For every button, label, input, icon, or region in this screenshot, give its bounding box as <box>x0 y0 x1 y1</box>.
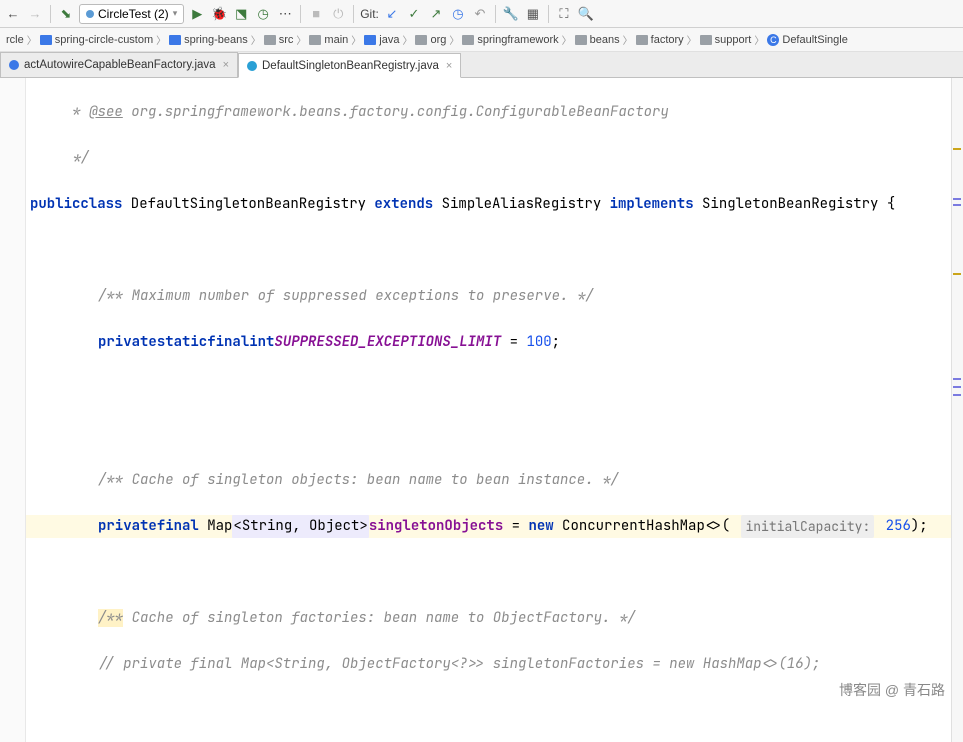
separator <box>495 5 496 23</box>
folder-icon <box>700 35 712 45</box>
editor-tab[interactable]: actAutowireCapableBeanFactory.java × <box>0 52 238 77</box>
breadcrumb-item[interactable]: support <box>696 34 756 46</box>
expand-icon[interactable]: ⛶ <box>555 5 573 23</box>
separator <box>353 5 354 23</box>
folder-icon <box>575 35 587 45</box>
chevron-down-icon: ▾ <box>173 8 178 19</box>
stop-icon[interactable]: ■ <box>307 5 325 23</box>
watermark-text: 博客园 @ 青石路 <box>839 680 945 700</box>
breadcrumb-item[interactable]: CDefaultSingle <box>763 34 851 46</box>
project-structure-icon[interactable]: ▦ <box>524 5 542 23</box>
breadcrumb-item[interactable]: src <box>260 34 298 46</box>
profile-icon[interactable]: ◷ <box>254 5 272 23</box>
file-type-icon <box>9 60 19 70</box>
git-push-icon[interactable]: ↗ <box>427 5 445 23</box>
warning-mark[interactable] <box>953 148 961 150</box>
debug-icon[interactable]: 🐞 <box>210 5 228 23</box>
warning-mark[interactable] <box>953 273 961 275</box>
code-editor[interactable]: * @see org.springframework.beans.factory… <box>26 78 951 742</box>
separator <box>50 5 51 23</box>
run-config-label: CircleTest (2) <box>98 7 169 21</box>
git-update-icon[interactable]: ↙ <box>383 5 401 23</box>
git-commit-icon[interactable]: ✓ <box>405 5 423 23</box>
run-configuration-select[interactable]: CircleTest (2) ▾ <box>79 4 184 24</box>
breadcrumb-bar: rcle〉 spring-circle-custom〉 spring-beans… <box>0 28 963 52</box>
change-mark[interactable] <box>953 198 961 200</box>
git-rollback-icon[interactable]: ↶ <box>471 5 489 23</box>
build-icon[interactable]: ⬊ <box>57 5 75 23</box>
exit-icon[interactable]: ⏻ <box>329 5 347 23</box>
tab-label: actAutowireCapableBeanFactory.java <box>24 59 216 71</box>
forward-icon[interactable]: → <box>26 5 44 23</box>
config-icon <box>86 10 94 18</box>
git-history-icon[interactable]: ◷ <box>449 5 467 23</box>
attach-icon[interactable]: ⋯ <box>276 5 294 23</box>
search-icon[interactable]: 🔍 <box>577 5 595 23</box>
file-type-icon <box>247 61 257 71</box>
separator <box>548 5 549 23</box>
folder-icon <box>415 35 427 45</box>
close-icon[interactable]: × <box>223 59 229 71</box>
settings-icon[interactable]: 🔧 <box>502 5 520 23</box>
coverage-icon[interactable]: ⬔ <box>232 5 250 23</box>
editor-wrap: * @see org.springframework.beans.factory… <box>0 78 963 742</box>
module-icon <box>40 35 52 45</box>
tab-label: DefaultSingletonBeanRegistry.java <box>262 60 439 72</box>
breadcrumb-item[interactable]: rcle <box>2 34 28 46</box>
close-icon[interactable]: × <box>446 60 452 72</box>
module-icon <box>169 35 181 45</box>
breadcrumb-item[interactable]: beans <box>571 34 624 46</box>
folder-icon <box>636 35 648 45</box>
folder-icon <box>309 35 321 45</box>
change-mark[interactable] <box>953 394 961 396</box>
change-mark[interactable] <box>953 386 961 388</box>
run-icon[interactable]: ▶ <box>188 5 206 23</box>
class-icon: C <box>767 34 779 46</box>
source-folder-icon <box>364 35 376 45</box>
editor-tabs: actAutowireCapableBeanFactory.java × Def… <box>0 52 963 78</box>
folder-icon <box>462 35 474 45</box>
main-toolbar: ← → ⬊ CircleTest (2) ▾ ▶ 🐞 ⬔ ◷ ⋯ ■ ⏻ Git… <box>0 0 963 28</box>
breadcrumb-item[interactable]: springframework <box>458 34 562 46</box>
back-icon[interactable]: ← <box>4 5 22 23</box>
breadcrumb-item[interactable]: spring-beans <box>165 34 252 46</box>
line-gutter[interactable] <box>0 78 26 742</box>
error-stripe[interactable] <box>951 78 963 742</box>
change-mark[interactable] <box>953 204 961 206</box>
breadcrumb-item[interactable]: factory <box>632 34 688 46</box>
folder-icon <box>264 35 276 45</box>
separator <box>300 5 301 23</box>
change-mark[interactable] <box>953 378 961 380</box>
editor-tab-active[interactable]: DefaultSingletonBeanRegistry.java × <box>238 53 461 78</box>
breadcrumb-item[interactable]: main <box>305 34 352 46</box>
breadcrumb-item[interactable]: java <box>360 34 403 46</box>
git-label: Git: <box>360 7 379 21</box>
breadcrumb-item[interactable]: org <box>411 34 450 46</box>
breadcrumb-item[interactable]: spring-circle-custom <box>36 34 157 46</box>
